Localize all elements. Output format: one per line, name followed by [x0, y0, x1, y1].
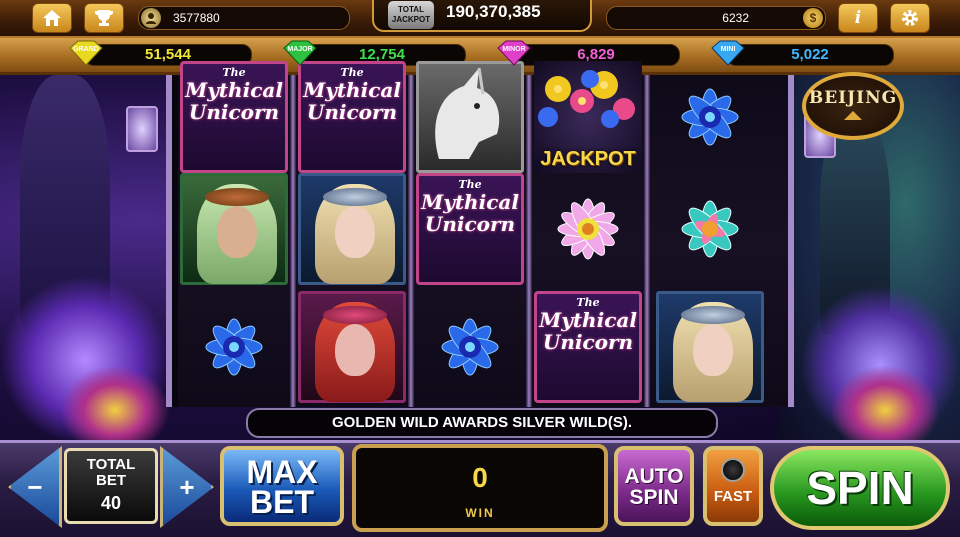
fast-toggle-indicator	[721, 458, 745, 482]
jackpot-symbol: JACKPOT	[534, 61, 642, 173]
white-unicorn-symbol	[416, 61, 524, 173]
minor-gem-icon: MINOR	[497, 40, 531, 66]
win-value: 0	[472, 462, 488, 493]
mythical-unicorn-symbol: The Mythical Unicorn	[180, 61, 288, 173]
svg-text:MAJOR: MAJOR	[287, 46, 312, 53]
home-icon	[43, 10, 61, 26]
win-label: WIN	[465, 506, 495, 520]
pink-flower-symbol	[534, 173, 642, 285]
avatar-icon	[141, 8, 161, 28]
total-jackpot-amount: 190,370,385	[446, 2, 541, 21]
spin-button[interactable]: SPIN	[770, 446, 950, 530]
blue-flower-symbol	[416, 291, 524, 403]
trophy-icon	[95, 10, 113, 26]
jackpot-mini: MINI 5,022	[708, 40, 894, 66]
beijing-feature-badge[interactable]: BEIJING	[802, 72, 904, 140]
svg-text:MINOR: MINOR	[502, 46, 525, 53]
total-bet-display: TOTAL BET 40	[64, 448, 158, 524]
blonde-elf-symbol	[656, 291, 764, 403]
home-button[interactable]	[32, 3, 72, 33]
reel-window: The Mythical Unicorn The Mythical Unicorn	[166, 61, 794, 407]
player-id-box: 3577880	[138, 6, 350, 30]
svg-text:GRAND: GRAND	[73, 46, 99, 53]
blonde-elf-symbol	[298, 173, 406, 285]
reel-3: The Mythical Unicorn	[414, 61, 526, 407]
message-bar: GOLDEN WILD AWARDS SILVER WILD(S).	[246, 408, 718, 438]
reel-4: JACKPOT The Mythical Unicorn	[532, 61, 644, 407]
coin-icon[interactable]: $	[803, 8, 823, 28]
total-jackpot-badge: TOTAL JACKPOT	[388, 1, 434, 29]
teal-flower-symbol	[656, 173, 764, 285]
reel-5	[650, 75, 788, 407]
mythical-unicorn-symbol: The Mythical Unicorn	[416, 173, 524, 285]
coin-balance-box: 6232 $	[606, 6, 826, 30]
major-gem-icon: MAJOR	[283, 40, 317, 66]
total-bet-value: 40	[100, 493, 122, 513]
slot-game: 3577880 TOTAL JACKPOT 190,370,385 6232 $…	[0, 0, 960, 537]
total-bet-label-1: TOTAL	[86, 456, 136, 473]
lantern-left	[126, 106, 158, 152]
blue-flower-symbol	[180, 291, 288, 403]
mythical-unicorn-symbol: The Mythical Unicorn	[534, 291, 642, 403]
badge-arrow-icon	[844, 111, 862, 120]
win-display: 0 WIN	[352, 444, 608, 532]
top-bar: 3577880 TOTAL JACKPOT 190,370,385 6232 $…	[0, 0, 960, 38]
auto-spin-button[interactable]: AUTO SPIN	[614, 446, 694, 526]
settings-button[interactable]	[890, 3, 930, 33]
player-id: 3577880	[173, 11, 220, 25]
green-elf-symbol	[180, 173, 288, 285]
svg-text:MINI: MINI	[721, 46, 736, 53]
reel-1: The Mythical Unicorn	[178, 61, 290, 407]
max-bet-button[interactable]: MAX BET	[220, 446, 344, 526]
reel-2: The Mythical Unicorn	[296, 61, 408, 407]
mythical-unicorn-symbol: The Mythical Unicorn	[298, 61, 406, 173]
coin-balance: 6232	[722, 11, 749, 25]
red-elf-symbol	[298, 291, 406, 403]
mini-gem-icon: MINI	[711, 40, 745, 66]
trophy-button[interactable]	[84, 3, 124, 33]
fast-button[interactable]: FAST	[703, 446, 763, 526]
total-jackpot: TOTAL JACKPOT 190,370,385	[372, 0, 592, 32]
blue-flower-symbol	[656, 61, 764, 173]
total-bet-label-2: BET	[96, 472, 126, 489]
info-button[interactable]: i	[838, 3, 878, 33]
gear-icon	[902, 10, 918, 26]
grand-gem-icon: GRAND	[69, 40, 103, 66]
